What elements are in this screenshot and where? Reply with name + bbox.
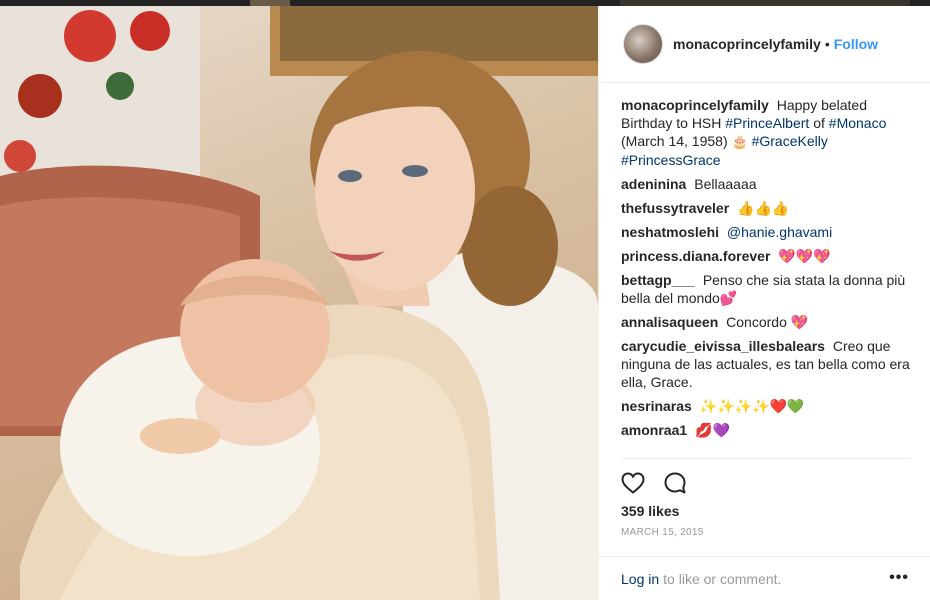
- follow-button[interactable]: Follow: [834, 36, 878, 52]
- comment-username[interactable]: adeninina: [621, 176, 686, 192]
- comment-username[interactable]: neshatmoslehi: [621, 224, 719, 240]
- cake-emoji: 🎂: [731, 134, 748, 149]
- mention-link[interactable]: @hanie.ghavami: [727, 224, 832, 240]
- comment-username[interactable]: princess.diana.forever: [621, 248, 770, 264]
- post-modal: monacoprincelyfamily • Follow monacoprin…: [0, 0, 930, 600]
- header-separator: •: [824, 36, 830, 52]
- comment-username[interactable]: bettagp___: [621, 272, 695, 288]
- caption-text: of: [813, 115, 825, 131]
- comment-username[interactable]: annalisaqueen: [621, 314, 718, 330]
- hashtag-link[interactable]: #Monaco: [829, 115, 887, 131]
- hashtag-link[interactable]: #GraceKelly: [752, 133, 828, 149]
- comment-item: nesrinaras ✨✨✨✨❤️💚: [621, 397, 911, 415]
- avatar[interactable]: [623, 24, 663, 64]
- comment-text: 💋💜: [695, 422, 730, 438]
- hashtag-link[interactable]: #PrincessGrace: [621, 152, 721, 168]
- comment-item: thefussytraveler 👍👍👍: [621, 199, 911, 217]
- login-prompt: to like or comment.: [663, 570, 782, 587]
- caption-text: (March 14, 1958): [621, 133, 728, 149]
- comment-text: Bellaaaaa: [694, 176, 757, 192]
- comment-item: annalisaqueen Concordo 💖: [621, 313, 911, 331]
- photo-illustration: [0, 6, 598, 600]
- caption: monacoprincelyfamily Happy belated Birth…: [621, 96, 911, 169]
- post-date: MARCH 15, 2015: [621, 527, 704, 538]
- comment-item: carycudie_eivissa_illesbalears Creo que …: [621, 337, 911, 391]
- comment-item: bettagp___ Penso che sia stata la donna …: [621, 271, 911, 307]
- comment-username[interactable]: carycudie_eivissa_illesbalears: [621, 338, 825, 354]
- post-actions: [619, 468, 689, 498]
- post-side-panel: monacoprincelyfamily • Follow monacoprin…: [598, 6, 930, 600]
- likes-count[interactable]: 359 likes: [621, 503, 679, 519]
- post-photo: [0, 6, 598, 600]
- comment-bubble-icon[interactable]: [661, 469, 689, 497]
- heart-icon[interactable]: [619, 469, 647, 497]
- more-options-icon[interactable]: •••: [889, 569, 909, 587]
- comment-username[interactable]: amonraa1: [621, 422, 687, 438]
- comment-username[interactable]: thefussytraveler: [621, 200, 729, 216]
- hashtag-link[interactable]: #PrinceAlbert: [725, 115, 809, 131]
- comment-item: amonraa1 💋💜: [621, 421, 911, 439]
- divider: [621, 458, 911, 459]
- comment-text: 👍👍👍: [737, 200, 790, 216]
- post-header: monacoprincelyfamily • Follow: [599, 6, 930, 83]
- comment-text: ✨✨✨✨❤️💚: [699, 398, 805, 414]
- login-footer: Log in to like or comment. •••: [599, 556, 930, 600]
- comment-text: 💖💖💖: [778, 248, 831, 264]
- header-username[interactable]: monacoprincelyfamily: [673, 36, 821, 52]
- comment-item: neshatmoslehi @hanie.ghavami: [621, 223, 911, 241]
- comments-list: monacoprincelyfamily Happy belated Birth…: [621, 96, 911, 445]
- comment-username[interactable]: nesrinaras: [621, 398, 692, 414]
- comment-item: princess.diana.forever 💖💖💖: [621, 247, 911, 265]
- comment-text: Concordo 💖: [726, 314, 809, 330]
- comment-item: adeninina Bellaaaaa: [621, 175, 911, 193]
- login-link[interactable]: Log in: [621, 571, 659, 587]
- caption-username[interactable]: monacoprincelyfamily: [621, 97, 769, 113]
